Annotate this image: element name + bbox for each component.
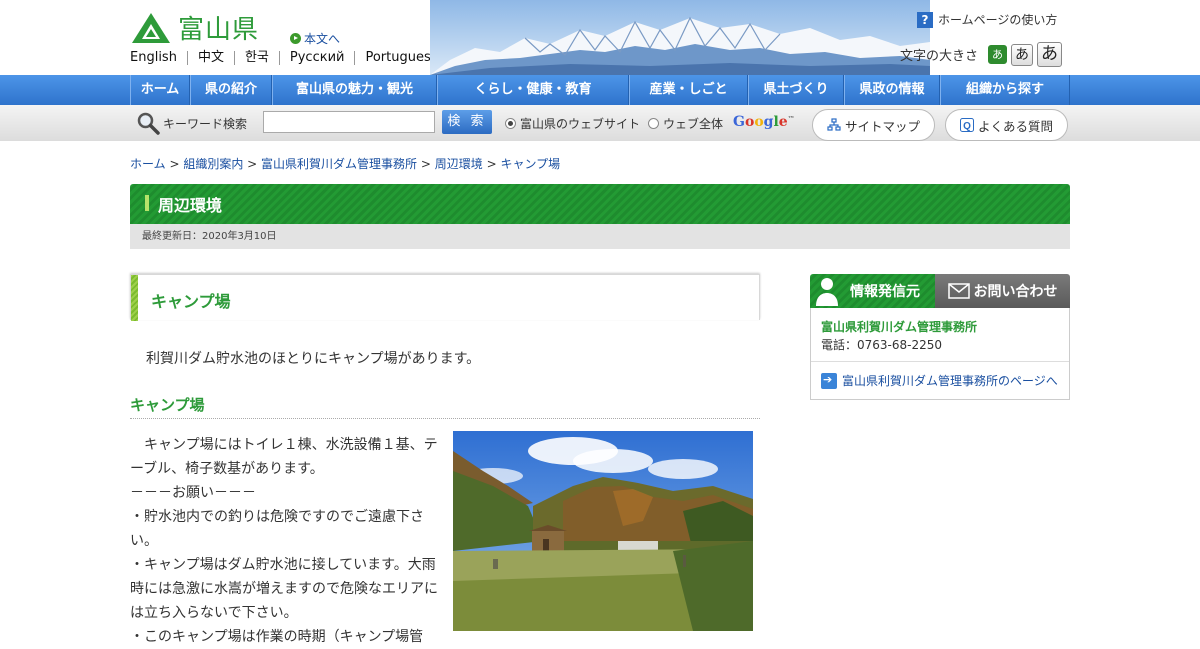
logo-text: 富山県 [178, 15, 260, 45]
radio-unchecked-icon [648, 118, 659, 129]
nav-about[interactable]: 県の紹介 [190, 75, 272, 105]
search-icon [137, 112, 160, 135]
info-source-panel: 情報発信元 お問い合わせ 富山県利賀川ダム管理事務所 電話：0763-68-22… [810, 274, 1070, 400]
radio-web[interactable]: ウェブ全体 [648, 115, 723, 132]
site-logo[interactable]: 富山県 [130, 9, 259, 46]
radio-checked-icon [505, 118, 516, 129]
tab-contact-label: お問い合わせ [973, 284, 1058, 300]
page-title: 周辺環境 [158, 196, 223, 215]
nav-land[interactable]: 県土づくり [748, 75, 844, 105]
paragraph: キャンプ場にはトイレ１棟、水洗設備１基、テーブル、椅子数基があります。 [130, 437, 438, 477]
radio-site-label: 富山県のウェブサイト [520, 117, 641, 131]
page-title-bar: 周辺環境 [130, 184, 1070, 224]
font-size-small-button[interactable]: あ [988, 45, 1008, 64]
org-name: 富山県利賀川ダム管理事務所 [821, 320, 978, 334]
nav-home[interactable]: ホーム [130, 75, 190, 105]
campsite-photo-graphic [453, 431, 753, 631]
radio-site[interactable]: 富山県のウェブサイト [505, 115, 640, 132]
paragraph: ・このキャンプ場は作業の時期（キャンプ場管 [130, 629, 424, 645]
logo-mountain-icon [132, 12, 170, 43]
faq-q-icon: Q [960, 118, 974, 132]
google-tm: ™ [787, 114, 795, 123]
tab-info-source-label: 情報発信元 [850, 284, 920, 300]
crumb-dam-office[interactable]: 富山県利賀川ダム管理事務所 [261, 157, 417, 171]
nav-attractions[interactable]: 富山県の魅力・観光 [272, 75, 437, 105]
campsite-photo [453, 431, 753, 631]
body-text: キャンプ場にはトイレ１棟、水洗設備１基、テーブル、椅子数基があります。 －－－お… [130, 433, 446, 649]
svg-text:Q: Q [963, 121, 971, 132]
title-accent [145, 195, 149, 211]
paragraph: ・貯水池内での釣りは危険ですのでご遠慮下さい。 [130, 509, 424, 549]
question-icon: ? [917, 11, 933, 28]
sitemap-button[interactable]: サイトマップ [812, 109, 936, 141]
language-links: English 中文 한국 Русский Portugues [130, 51, 441, 65]
info-box: 富山県利賀川ダム管理事務所 電話：0763-68-2250 富山県利賀川ダム管理… [810, 308, 1070, 400]
section-heading: キャンプ場 [130, 274, 760, 321]
lang-korean[interactable]: 한국 [233, 51, 279, 65]
nav-life[interactable]: くらし・健康・教育 [437, 75, 629, 105]
heading-accent [131, 275, 138, 321]
nav-organization[interactable]: 組織から探す [940, 75, 1070, 105]
faq-label: よくある質問 [978, 118, 1054, 134]
org-page-link-label: 富山県利賀川ダム管理事務所のページへ [842, 374, 1058, 388]
mail-icon [947, 283, 970, 299]
crumb-sep: > [417, 157, 435, 171]
radio-web-label: ウェブ全体 [663, 117, 724, 131]
crumb-campsite[interactable]: キャンプ場 [500, 157, 560, 171]
font-size-label: 文字の大きさ [900, 49, 979, 64]
sitemap-label: サイトマップ [845, 118, 921, 134]
org-page-link[interactable]: 富山県利賀川ダム管理事務所のページへ [811, 362, 1069, 399]
skip-to-content-link[interactable]: 本文へ [290, 30, 340, 47]
crumb-home[interactable]: ホーム [130, 157, 166, 171]
font-size-control: 文字の大きさ あ あ あ [900, 42, 1063, 67]
info-tabs: 情報発信元 お問い合わせ [810, 274, 1070, 308]
paragraph: －－－お願い－－－ [130, 485, 256, 501]
search-bar: キーワード検索 検 索 富山県のウェブサイト ウェブ全体 Google™ サイト… [0, 105, 1200, 141]
search-label: キーワード検索 [163, 117, 248, 131]
mountain-range-graphic [430, 0, 930, 75]
lang-chinese[interactable]: 中文 [186, 51, 234, 65]
breadcrumb: ホーム > 組織別案内 > 富山県利賀川ダム管理事務所 > 周辺環境 > キャン… [130, 155, 560, 172]
lang-english[interactable]: English [130, 51, 187, 65]
org-block: 富山県利賀川ダム管理事務所 電話：0763-68-2250 [811, 308, 1069, 362]
site-header: 富山県 本文へ English 中文 한국 Русский Portugues … [0, 0, 1200, 75]
section-heading-text: キャンプ場 [151, 292, 231, 311]
lang-portuguese[interactable]: Portugues [354, 51, 440, 65]
org-phone: 電話：0763-68-2250 [821, 338, 943, 352]
tab-contact[interactable]: お問い合わせ [935, 274, 1070, 308]
nav-government[interactable]: 県政の情報 [844, 75, 940, 105]
tab-info-source[interactable]: 情報発信元 [810, 274, 935, 308]
search-input[interactable] [263, 111, 435, 133]
person-icon [816, 278, 838, 306]
help-link-label: ホームページの使い方 [938, 13, 1058, 27]
sub-heading: キャンプ場 [130, 394, 760, 419]
font-size-large-button[interactable]: あ [1037, 42, 1063, 67]
nav-industry[interactable]: 産業・しごと [629, 75, 748, 105]
header-mountain-image [430, 0, 930, 75]
arrow-right-icon [821, 372, 837, 389]
crumb-sep: > [165, 157, 184, 171]
font-size-medium-button[interactable]: あ [1011, 43, 1034, 66]
global-nav: ホーム 県の紹介 富山県の魅力・観光 くらし・健康・教育 産業・しごと 県土づく… [0, 75, 1200, 105]
arrow-circle-icon [290, 33, 301, 44]
crumb-surroundings[interactable]: 周辺環境 [435, 157, 483, 171]
intro-text: 利賀川ダム貯水池のほとりにキャンプ場があります。 [146, 351, 481, 367]
skip-link-label: 本文へ [304, 32, 341, 46]
paragraph: ・キャンプ場はダム貯水池に接しています。大雨時には急激に水嵩が増えますので危険な… [130, 557, 438, 621]
crumb-sep: > [243, 157, 262, 171]
last-updated: 最終更新日：2020年3月10日 [130, 224, 1070, 249]
crumb-org-guide[interactable]: 組織別案内 [183, 157, 243, 171]
sitemap-icon [827, 118, 841, 131]
google-logo: Google™ [733, 114, 795, 130]
help-link[interactable]: ? ホームページの使い方 [917, 11, 1057, 28]
crumb-sep: > [482, 157, 501, 171]
faq-button[interactable]: Q よくある質問 [945, 109, 1069, 141]
search-button[interactable]: 検 索 [442, 110, 492, 134]
lang-russian[interactable]: Русский [278, 51, 355, 65]
